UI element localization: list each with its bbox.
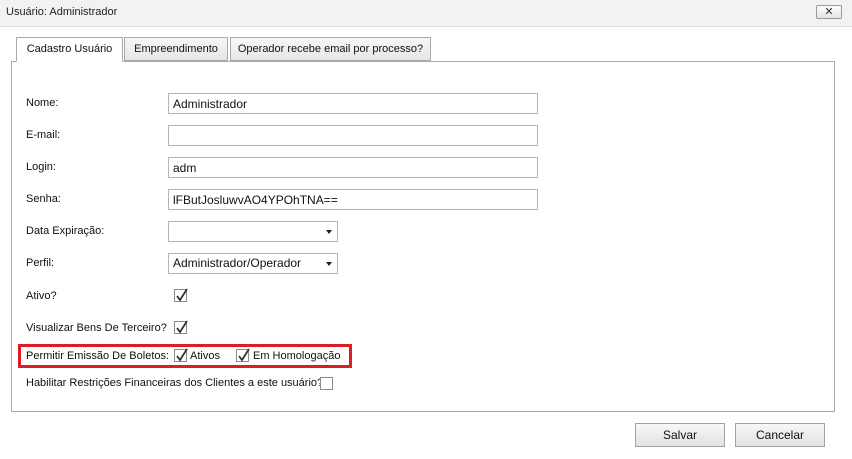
restricoes-checkbox[interactable]: [320, 377, 333, 390]
checkmark-icon: [238, 348, 250, 362]
checkmark-icon: [176, 288, 188, 302]
boletos-homologacao-label: Em Homologação: [253, 350, 341, 362]
senha-input[interactable]: [168, 189, 538, 210]
tab-operador-email[interactable]: Operador recebe email por processo?: [230, 37, 431, 61]
tab-cadastro-usuario[interactable]: Cadastro Usuário: [16, 37, 123, 62]
senha-label: Senha:: [26, 193, 61, 205]
nome-input[interactable]: [168, 93, 538, 114]
tab-label: Cadastro Usuário: [26, 43, 113, 55]
visualizar-bens-label: Visualizar Bens De Terceiro?: [26, 322, 167, 334]
cancel-button[interactable]: Cancelar: [735, 423, 825, 447]
save-button[interactable]: Salvar: [635, 423, 725, 447]
boletos-ativos-checkbox[interactable]: [174, 348, 188, 362]
checkmark-icon: [176, 348, 188, 362]
login-label: Login:: [26, 161, 56, 173]
ativo-label: Ativo?: [26, 290, 57, 302]
perfil-value: Administrador/Operador: [173, 256, 302, 270]
data-expiracao-label: Data Expiração:: [26, 225, 105, 237]
email-label: E-mail:: [26, 129, 61, 141]
perfil-label: Perfil:: [26, 257, 55, 269]
chevron-down-icon: [326, 230, 332, 234]
visualizar-bens-checkbox[interactable]: [174, 320, 188, 334]
boletos-ativos-label: Ativos: [190, 350, 220, 362]
window-title: Usuário: Administrador: [6, 6, 118, 18]
title-bar: Usuário: Administrador ✕: [0, 0, 852, 27]
chevron-down-icon: [326, 262, 332, 266]
nome-label: Nome:: [26, 97, 59, 109]
close-icon: ✕: [824, 6, 834, 18]
checkmark-icon: [176, 320, 188, 334]
ativo-checkbox[interactable]: [174, 288, 188, 302]
permitir-boletos-label: Permitir Emissão De Boletos:: [26, 350, 170, 362]
tab-empreendimento[interactable]: Empreendimento: [124, 37, 228, 61]
boletos-homologacao-checkbox[interactable]: [236, 348, 250, 362]
tab-label: Empreendimento: [134, 43, 218, 55]
close-button[interactable]: ✕: [816, 5, 842, 19]
tab-label: Operador recebe email por processo?: [237, 43, 424, 55]
data-expiracao-select[interactable]: [168, 221, 338, 242]
login-input[interactable]: [168, 157, 538, 178]
perfil-select[interactable]: Administrador/Operador: [168, 253, 338, 274]
email-input[interactable]: [168, 125, 538, 146]
restricoes-label: Habilitar Restrições Financeiras dos Cli…: [26, 377, 324, 389]
